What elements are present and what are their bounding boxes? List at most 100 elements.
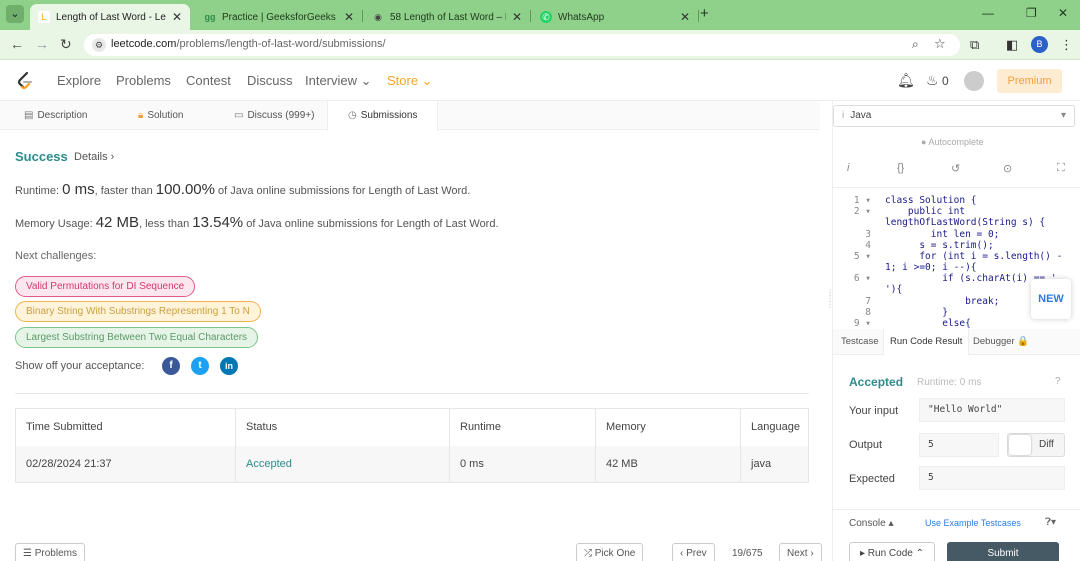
- premium-button[interactable]: Premium: [997, 69, 1062, 93]
- tab-testcase[interactable]: Testcase: [841, 329, 879, 355]
- url-path: /problems/length-of-last-word/submission…: [176, 38, 386, 50]
- autocomplete-toggle[interactable]: ● Autocomplete: [921, 137, 983, 147]
- col-memory[interactable]: Memory: [595, 408, 741, 446]
- code-line: for (int i = s.length() -: [885, 251, 1063, 262]
- window-close-icon[interactable]: ✕: [1058, 6, 1068, 20]
- tab-separator: [362, 10, 363, 22]
- tab-run-code-result[interactable]: Run Code Result: [883, 329, 970, 355]
- run-code-button[interactable]: ▸ Run Code ⌃: [849, 542, 935, 561]
- new-tab-icon[interactable]: +: [700, 5, 709, 22]
- twitter-icon[interactable]: t: [191, 357, 209, 375]
- url-host: leetcode.com: [111, 38, 177, 50]
- code-line: public int: [885, 206, 966, 217]
- use-example-testcases-link[interactable]: Use Example Testcases: [925, 518, 1021, 528]
- facebook-icon[interactable]: f: [162, 357, 180, 375]
- line-number: 3: [865, 229, 871, 240]
- tab-description[interactable]: ▤ Description: [24, 101, 87, 130]
- diff-toggle[interactable]: Diff: [1007, 433, 1065, 457]
- cell-status-link[interactable]: Accepted: [235, 445, 450, 483]
- tab-solution[interactable]: 🔒︎ Solution: [138, 101, 183, 130]
- new-feature-button[interactable]: NEW: [1031, 279, 1071, 319]
- challenge-chip[interactable]: Valid Permutations for DI Sequence: [15, 276, 196, 297]
- address-bar[interactable]: ⚙ leetcode.com/problems/length-of-last-w…: [84, 34, 960, 56]
- line-number: 5 ▾: [853, 251, 871, 262]
- page-indicator: 19/675: [732, 548, 763, 559]
- tab-separator: [698, 10, 699, 22]
- nav-store[interactable]: Store ⌄: [387, 73, 433, 89]
- nav-explore[interactable]: Explore: [57, 73, 101, 88]
- expected-value: 5: [919, 466, 1065, 490]
- browser-menu-icon[interactable]: ⋮: [1060, 37, 1073, 53]
- language-select[interactable]: i Java ▾: [833, 105, 1075, 127]
- restore-icon[interactable]: ❐: [1026, 6, 1037, 20]
- runtime-stat: Runtime: 0 ms, faster than 100.00% of Ja…: [15, 181, 470, 198]
- pick-one-button[interactable]: ⤮ Pick One: [576, 543, 644, 561]
- tab-search-dropdown[interactable]: ⌄: [6, 5, 24, 23]
- zoom-icon[interactable]: ⌕: [912, 37, 919, 52]
- question-icon[interactable]: ❓︎▾: [1045, 517, 1056, 528]
- clock-icon: ◷: [348, 110, 357, 121]
- forward-icon[interactable]: →: [35, 36, 49, 52]
- tab-debugger[interactable]: Debugger 🔒: [973, 329, 1029, 355]
- leetcode-logo[interactable]: [16, 71, 34, 91]
- console-tabs: Testcase Run Code Result Debugger 🔒: [833, 329, 1080, 355]
- next-button[interactable]: Next ›: [779, 543, 822, 561]
- submit-button[interactable]: Submit: [947, 542, 1059, 561]
- close-icon[interactable]: ✕: [512, 10, 522, 24]
- challenge-chip[interactable]: Largest Substring Between Two Equal Char…: [15, 327, 259, 348]
- browser-tab-leetcode[interactable]: L Length of Last Word - LeetCode ✕: [30, 4, 190, 30]
- code-line: 1; i >=0; i --){: [885, 262, 977, 273]
- braces-icon[interactable]: {}: [897, 162, 904, 174]
- user-avatar[interactable]: [964, 71, 984, 91]
- col-time-submitted[interactable]: Time Submitted: [15, 408, 236, 446]
- reload-icon[interactable]: ↻: [60, 36, 72, 53]
- settings-icon[interactable]: ⊙: [1003, 162, 1012, 175]
- browser-tab-58[interactable]: ◉ 58 Length of Last Word – Easy ✕: [364, 4, 530, 30]
- nav-discuss[interactable]: Discuss: [247, 73, 293, 88]
- site-settings-icon[interactable]: ⚙: [92, 38, 106, 52]
- bookmark-star-icon[interactable]: ☆: [934, 36, 946, 52]
- extensions-icon[interactable]: ⧉: [970, 37, 979, 53]
- info-icon[interactable]: i: [847, 162, 849, 174]
- help-icon[interactable]: ?: [1055, 376, 1061, 387]
- back-icon[interactable]: ←: [10, 36, 24, 52]
- details-link[interactable]: Details ›: [74, 151, 114, 163]
- line-number: 8: [865, 307, 871, 318]
- tab-discuss[interactable]: ▭ Discuss (999+): [234, 101, 314, 130]
- close-icon[interactable]: ✕: [344, 10, 354, 24]
- tab-submissions[interactable]: ◷ Submissions: [327, 101, 439, 131]
- fire-icon[interactable]: ♨: [926, 72, 939, 89]
- submissions-table: Time Submitted Status Runtime Memory Lan…: [15, 408, 809, 483]
- close-icon[interactable]: ✕: [680, 10, 690, 24]
- nav-problems[interactable]: Problems: [116, 73, 171, 88]
- browser-tab-whatsapp[interactable]: ✆ WhatsApp ✕: [532, 4, 698, 30]
- memory-percent: 13.54%: [192, 214, 244, 231]
- minimize-icon[interactable]: —: [982, 6, 994, 20]
- cell-time: 02/28/2024 21:37: [15, 445, 236, 483]
- bell-icon[interactable]: 🔔︎: [897, 72, 915, 89]
- reset-icon[interactable]: ↺: [951, 162, 960, 175]
- browser-tab-gfg[interactable]: gg Practice | GeeksforGeeks | A computer…: [196, 4, 362, 30]
- challenge-chip[interactable]: Binary String With Substrings Representi…: [15, 301, 261, 322]
- console-toggle[interactable]: Console ▴: [849, 518, 894, 529]
- nav-interview[interactable]: Interview ⌄: [305, 73, 372, 89]
- runtime-mid: , faster than: [94, 185, 156, 197]
- prev-button[interactable]: ‹ Prev: [672, 543, 715, 561]
- col-language[interactable]: Language: [740, 408, 809, 446]
- toggle-knob: [1009, 435, 1031, 455]
- col-status[interactable]: Status: [235, 408, 450, 446]
- side-panel-icon[interactable]: ◧: [1006, 37, 1018, 53]
- col-runtime[interactable]: Runtime: [449, 408, 596, 446]
- nav-contest[interactable]: Contest: [186, 73, 231, 88]
- memory-value: 42 MB: [95, 214, 140, 231]
- linkedin-icon[interactable]: in: [220, 357, 238, 375]
- fullscreen-icon[interactable]: ⛶: [1057, 162, 1065, 175]
- close-icon[interactable]: ✕: [172, 10, 182, 24]
- streak-count: 0: [942, 74, 949, 88]
- problems-list-button[interactable]: ☰ Problems: [15, 543, 85, 561]
- profile-avatar[interactable]: B: [1031, 36, 1048, 53]
- tab-title: Length of Last Word - LeetCode: [56, 11, 166, 23]
- problem-tabs: ▤ Description 🔒︎ Solution ▭ Discuss (999+) …: [0, 101, 820, 131]
- code-line: break;: [885, 296, 1000, 307]
- output-label: Output: [849, 439, 883, 451]
